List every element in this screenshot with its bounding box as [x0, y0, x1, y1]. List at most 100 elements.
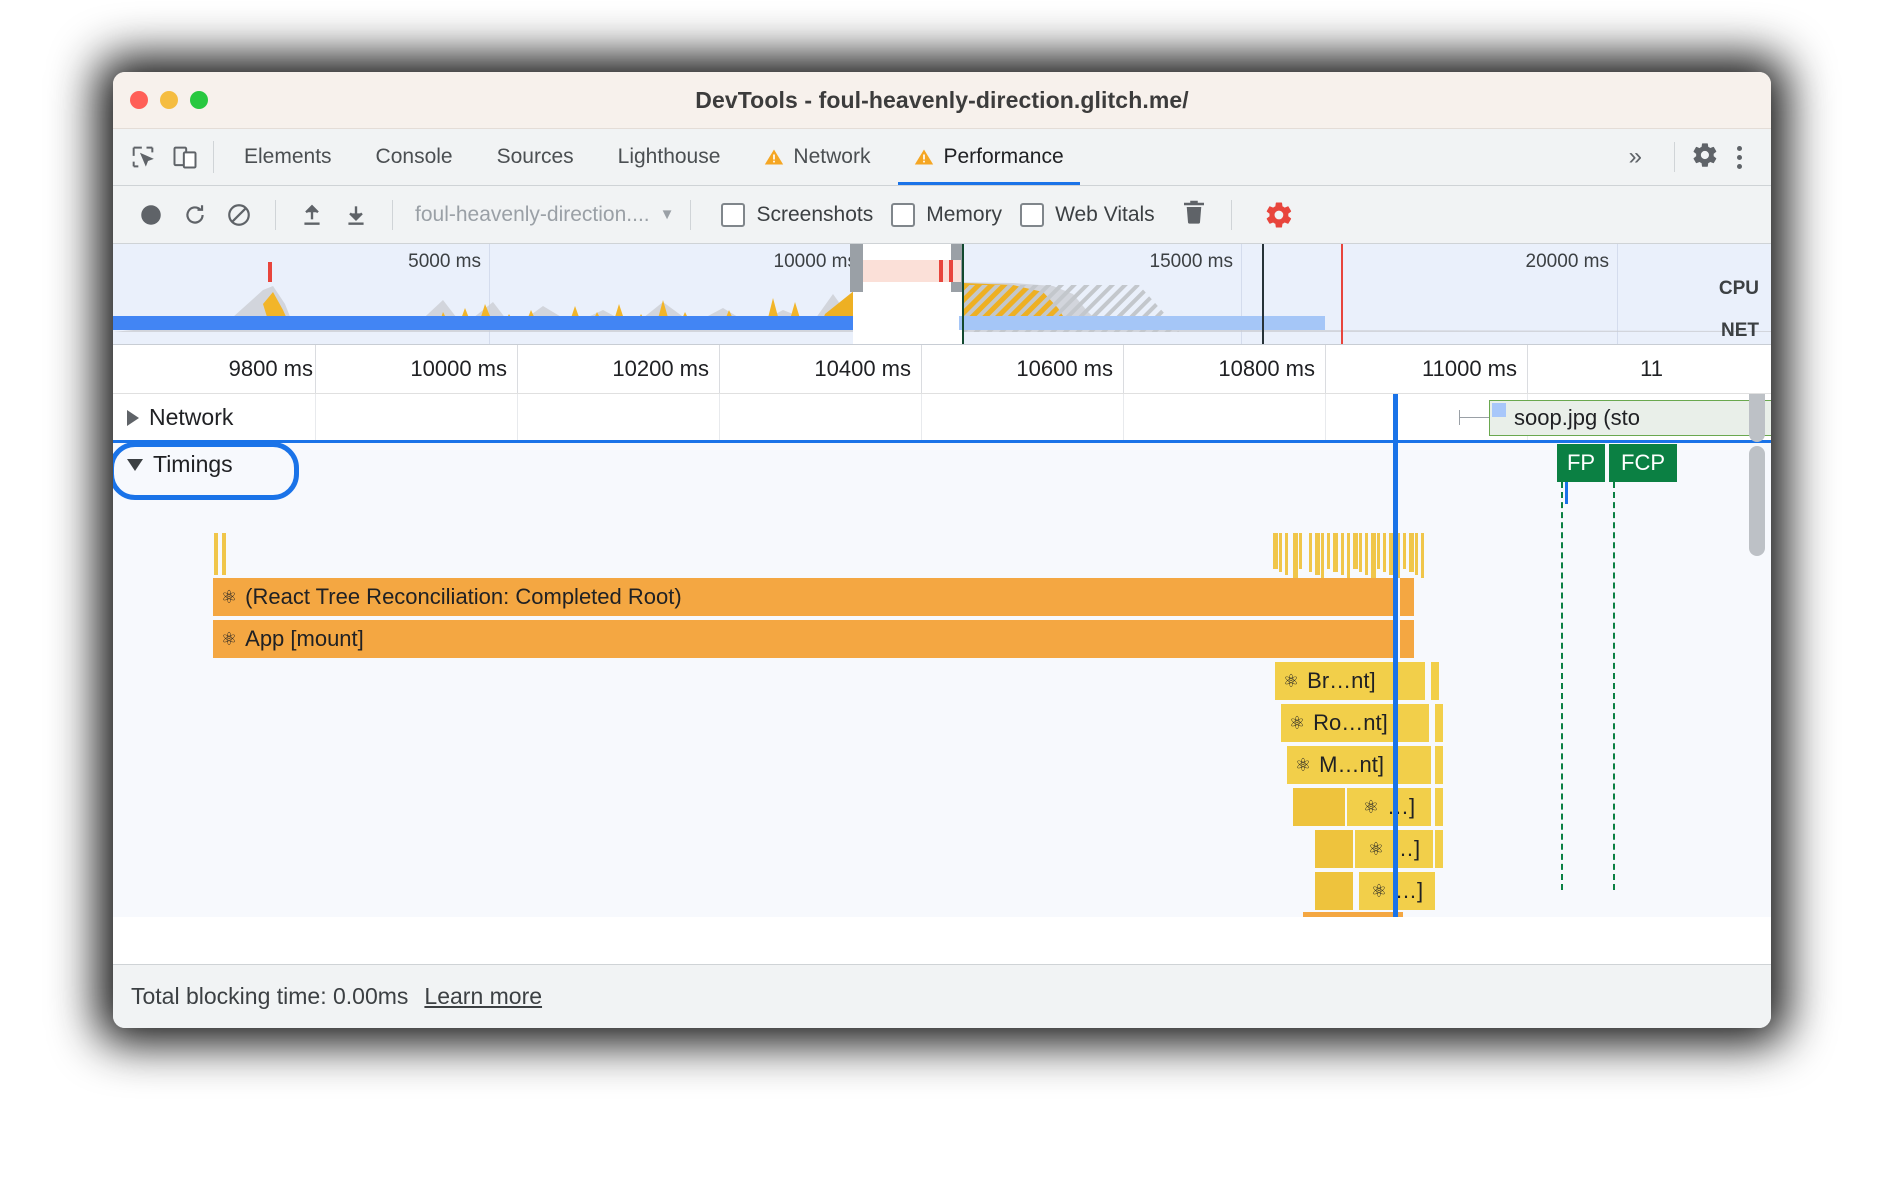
timings-track-band [113, 440, 1771, 917]
flame-bar-segment[interactable] [1435, 788, 1443, 826]
timeline-overview[interactable]: 5000 ms 10000 ms 15000 ms 20000 ms CPU N… [113, 244, 1771, 345]
chevron-down-icon [127, 458, 143, 471]
flame-bar-leaf-prefix[interactable] [1315, 872, 1353, 910]
upload-profile-icon[interactable] [292, 195, 332, 235]
warning-triangle-icon [914, 147, 934, 167]
fp-marker[interactable]: FP [1557, 444, 1605, 482]
sidebar-item-network[interactable]: Network [113, 404, 233, 431]
sidebar-item-timings[interactable]: Timings [113, 451, 233, 478]
flame-scrollbar-thumb-top[interactable] [1749, 394, 1765, 442]
target-select[interactable]: foul-heavenly-direction.... ▼ [415, 203, 674, 227]
tab-label: Sources [496, 145, 574, 168]
flame-bar-partial[interactable] [1303, 912, 1403, 917]
flame-bar-leaf-1[interactable]: ⚛ …] [1347, 788, 1431, 826]
fcp-marker[interactable]: FCP [1609, 444, 1677, 482]
flame-bar-segment[interactable] [1435, 830, 1443, 868]
track-label: Network [149, 404, 234, 430]
ruler-tick [719, 345, 720, 393]
checkbox-box [721, 202, 746, 227]
tab-label: Performance [943, 145, 1064, 168]
timing-tick [1409, 533, 1414, 572]
flame-bar-segment[interactable] [1435, 746, 1443, 784]
flame-bar-segment[interactable] [1431, 662, 1439, 700]
inspect-element-icon[interactable] [129, 143, 157, 171]
fp-blue-tick [1565, 482, 1568, 504]
toolbar-divider-4 [1230, 199, 1232, 230]
flame-bar-app-mount[interactable]: ⚛ App [mount] [213, 620, 1395, 658]
timing-tick [1377, 533, 1380, 569]
tab-label: Elements [244, 145, 332, 168]
selection-red-marker [939, 260, 943, 282]
overview-cpu-label: CPU [1718, 278, 1759, 299]
flame-scrollbar-thumb[interactable] [1749, 446, 1765, 556]
ruler-label: 10800 ms [1218, 356, 1315, 381]
tab-sources[interactable]: Sources [475, 129, 596, 185]
trash-icon[interactable] [1179, 197, 1215, 233]
overview-net-bar [113, 316, 853, 330]
flame-bar-label: …] [1395, 878, 1424, 903]
network-request-bar[interactable]: soop.jpg (sto [1489, 400, 1771, 436]
tab-elements[interactable]: Elements [222, 129, 354, 185]
flame-bar-leaf-prefix[interactable] [1293, 788, 1345, 826]
devtools-tabs: Elements Console Sources Lighthouse Netw… [222, 129, 1086, 185]
capture-settings-gear-icon[interactable] [1264, 200, 1294, 230]
timing-tick [1309, 533, 1312, 572]
tab-console[interactable]: Console [354, 129, 475, 185]
tab-network[interactable]: Network [742, 129, 892, 185]
flame-bar-label: Br…nt] [1307, 668, 1376, 693]
screenshots-checkbox[interactable]: Screenshots [721, 202, 873, 227]
selection-handle-left[interactable] [850, 244, 863, 292]
ruler-tick [517, 345, 518, 393]
checkbox-label: Web Vitals [1055, 202, 1155, 226]
marker-label: FP [1566, 450, 1596, 475]
tab-lighthouse[interactable]: Lighthouse [596, 129, 743, 185]
memory-checkbox[interactable]: Memory [891, 202, 1002, 227]
flame-chart[interactable]: Network soop.jpg (sto Timings FP FCP ⚛ (… [113, 394, 1771, 917]
timing-tick [1273, 533, 1278, 569]
flame-bar-segment[interactable] [1400, 578, 1414, 616]
device-toolbar-icon[interactable] [171, 143, 199, 171]
overview-selection-window[interactable] [853, 244, 963, 344]
react-icon: ⚛ [1283, 670, 1300, 691]
more-tabs-icon[interactable]: » [1613, 145, 1658, 169]
timing-tick [222, 533, 226, 575]
flame-bar-segment[interactable] [1435, 704, 1443, 742]
toolbar-divider-2 [392, 199, 393, 230]
clear-button[interactable] [219, 195, 259, 235]
timing-tick [1321, 533, 1324, 578]
timing-tick [1333, 533, 1338, 572]
flame-bar-ro[interactable]: ⚛ Ro…nt] [1281, 704, 1429, 742]
web-vitals-checkbox[interactable]: Web Vitals [1020, 202, 1155, 227]
window-title: DevTools - foul-heavenly-direction.glitc… [695, 86, 1189, 113]
fcp-dashed-line [1613, 482, 1615, 890]
react-icon: ⚛ [1362, 796, 1379, 817]
fp-dashed-line [1561, 482, 1563, 890]
timing-tick [1383, 533, 1386, 572]
ruler-label: 10000 ms [410, 356, 507, 381]
selection-red-marker [949, 260, 953, 282]
record-button[interactable] [131, 195, 171, 235]
gear-icon[interactable] [1691, 141, 1719, 174]
flame-bar-react-tree-reconciliation[interactable]: ⚛ (React Tree Reconciliation: Completed … [213, 578, 1395, 616]
overview-net-bar [959, 316, 1325, 330]
download-profile-icon[interactable] [336, 195, 376, 235]
devtools-window: DevTools - foul-heavenly-direction.glitc… [113, 72, 1771, 1028]
flame-selection-cursor[interactable] [1393, 394, 1398, 917]
flame-bar-m[interactable]: ⚛ M…nt] [1287, 746, 1431, 784]
timing-tick [1327, 533, 1330, 569]
learn-more-link[interactable]: Learn more [424, 983, 542, 1010]
chevron-right-icon [127, 409, 139, 426]
timing-tick [1353, 533, 1358, 569]
minimize-button[interactable] [160, 91, 178, 109]
zoom-button[interactable] [190, 91, 208, 109]
close-button[interactable] [130, 91, 148, 109]
react-icon: ⚛ [1289, 712, 1306, 733]
flame-bar-br[interactable]: ⚛ Br…nt] [1275, 662, 1425, 700]
network-whisker-cap [1459, 410, 1460, 425]
tabbar-right-divider [1674, 142, 1675, 172]
reload-and-record-button[interactable] [175, 195, 215, 235]
flame-bar-segment[interactable] [1400, 620, 1414, 658]
tab-performance[interactable]: Performance [892, 129, 1085, 185]
overflow-menu-icon[interactable] [1725, 143, 1753, 171]
flame-bar-leaf-prefix[interactable] [1315, 830, 1353, 868]
